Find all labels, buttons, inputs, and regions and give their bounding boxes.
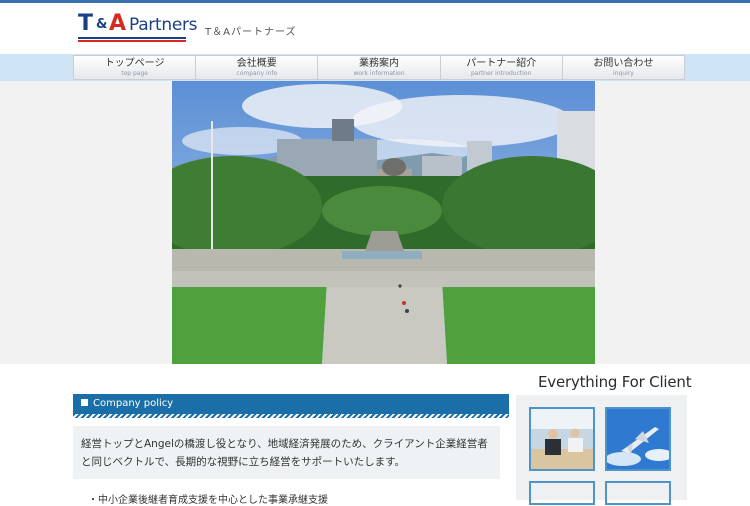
company-policy-text: 経営トップとAngelの橋渡し役となり、地域経済発展のため、クライアント企業経営… <box>73 426 500 479</box>
nav-label: 会社概要 <box>236 58 277 69</box>
nav-sublabel: inquiry <box>613 70 634 77</box>
logo-partners-text: Partners <box>129 15 198 35</box>
site-logo[interactable]: T & A Partners <box>78 11 198 42</box>
nav-item-company-info[interactable]: 会社概要 company info <box>196 56 319 79</box>
company-policy-heading-text: Company policy <box>93 398 174 409</box>
nav-item-inquiry[interactable]: お問い合わせ inquiry <box>562 56 685 79</box>
nav-item-partner-introduction[interactable]: パートナー紹介 partner introduction <box>440 56 563 79</box>
nav-item-work-information[interactable]: 業務案内 work information <box>318 56 441 79</box>
thumbnail-4[interactable] <box>605 481 671 505</box>
nav-label: お問い合わせ <box>593 58 654 69</box>
logo-underline-red <box>78 40 186 42</box>
logo-underline-blue <box>78 37 186 39</box>
sidebar-title: Everything For Client <box>538 373 692 391</box>
heading-stripe-divider <box>73 414 509 418</box>
hero-image <box>172 81 595 364</box>
logo-letter-t: T <box>78 11 94 36</box>
nav-sublabel: partner introduction <box>471 70 532 77</box>
policy-bullet-item: ・中小企業後継者育成支援を中心とした事業承継支援 <box>88 495 328 506</box>
nav-label: 業務案内 <box>359 58 399 69</box>
company-name-jp: T＆Aパートナーズ <box>205 27 297 38</box>
logo-letter-a: A <box>109 11 127 36</box>
thumbnail-airplane[interactable] <box>605 407 671 471</box>
logo-ampersand: & <box>96 17 108 32</box>
main-nav: トップページ top page 会社概要 company info 業務案内 w… <box>73 55 685 80</box>
thumbnail-3[interactable] <box>529 481 595 505</box>
nav-sublabel: work information <box>353 70 405 77</box>
nav-item-top-page[interactable]: トップページ top page <box>74 56 197 79</box>
square-bullet-icon <box>81 398 88 406</box>
sidebar-panel <box>516 395 687 505</box>
thumbnail-business-meeting[interactable] <box>529 407 595 471</box>
nav-label: トップページ <box>104 58 165 69</box>
company-policy-heading: Company policy <box>73 394 509 414</box>
nav-sublabel: top page <box>121 70 148 77</box>
nav-sublabel: company info <box>236 70 278 77</box>
top-accent-line <box>0 0 750 3</box>
nav-label: パートナー紹介 <box>466 58 537 69</box>
